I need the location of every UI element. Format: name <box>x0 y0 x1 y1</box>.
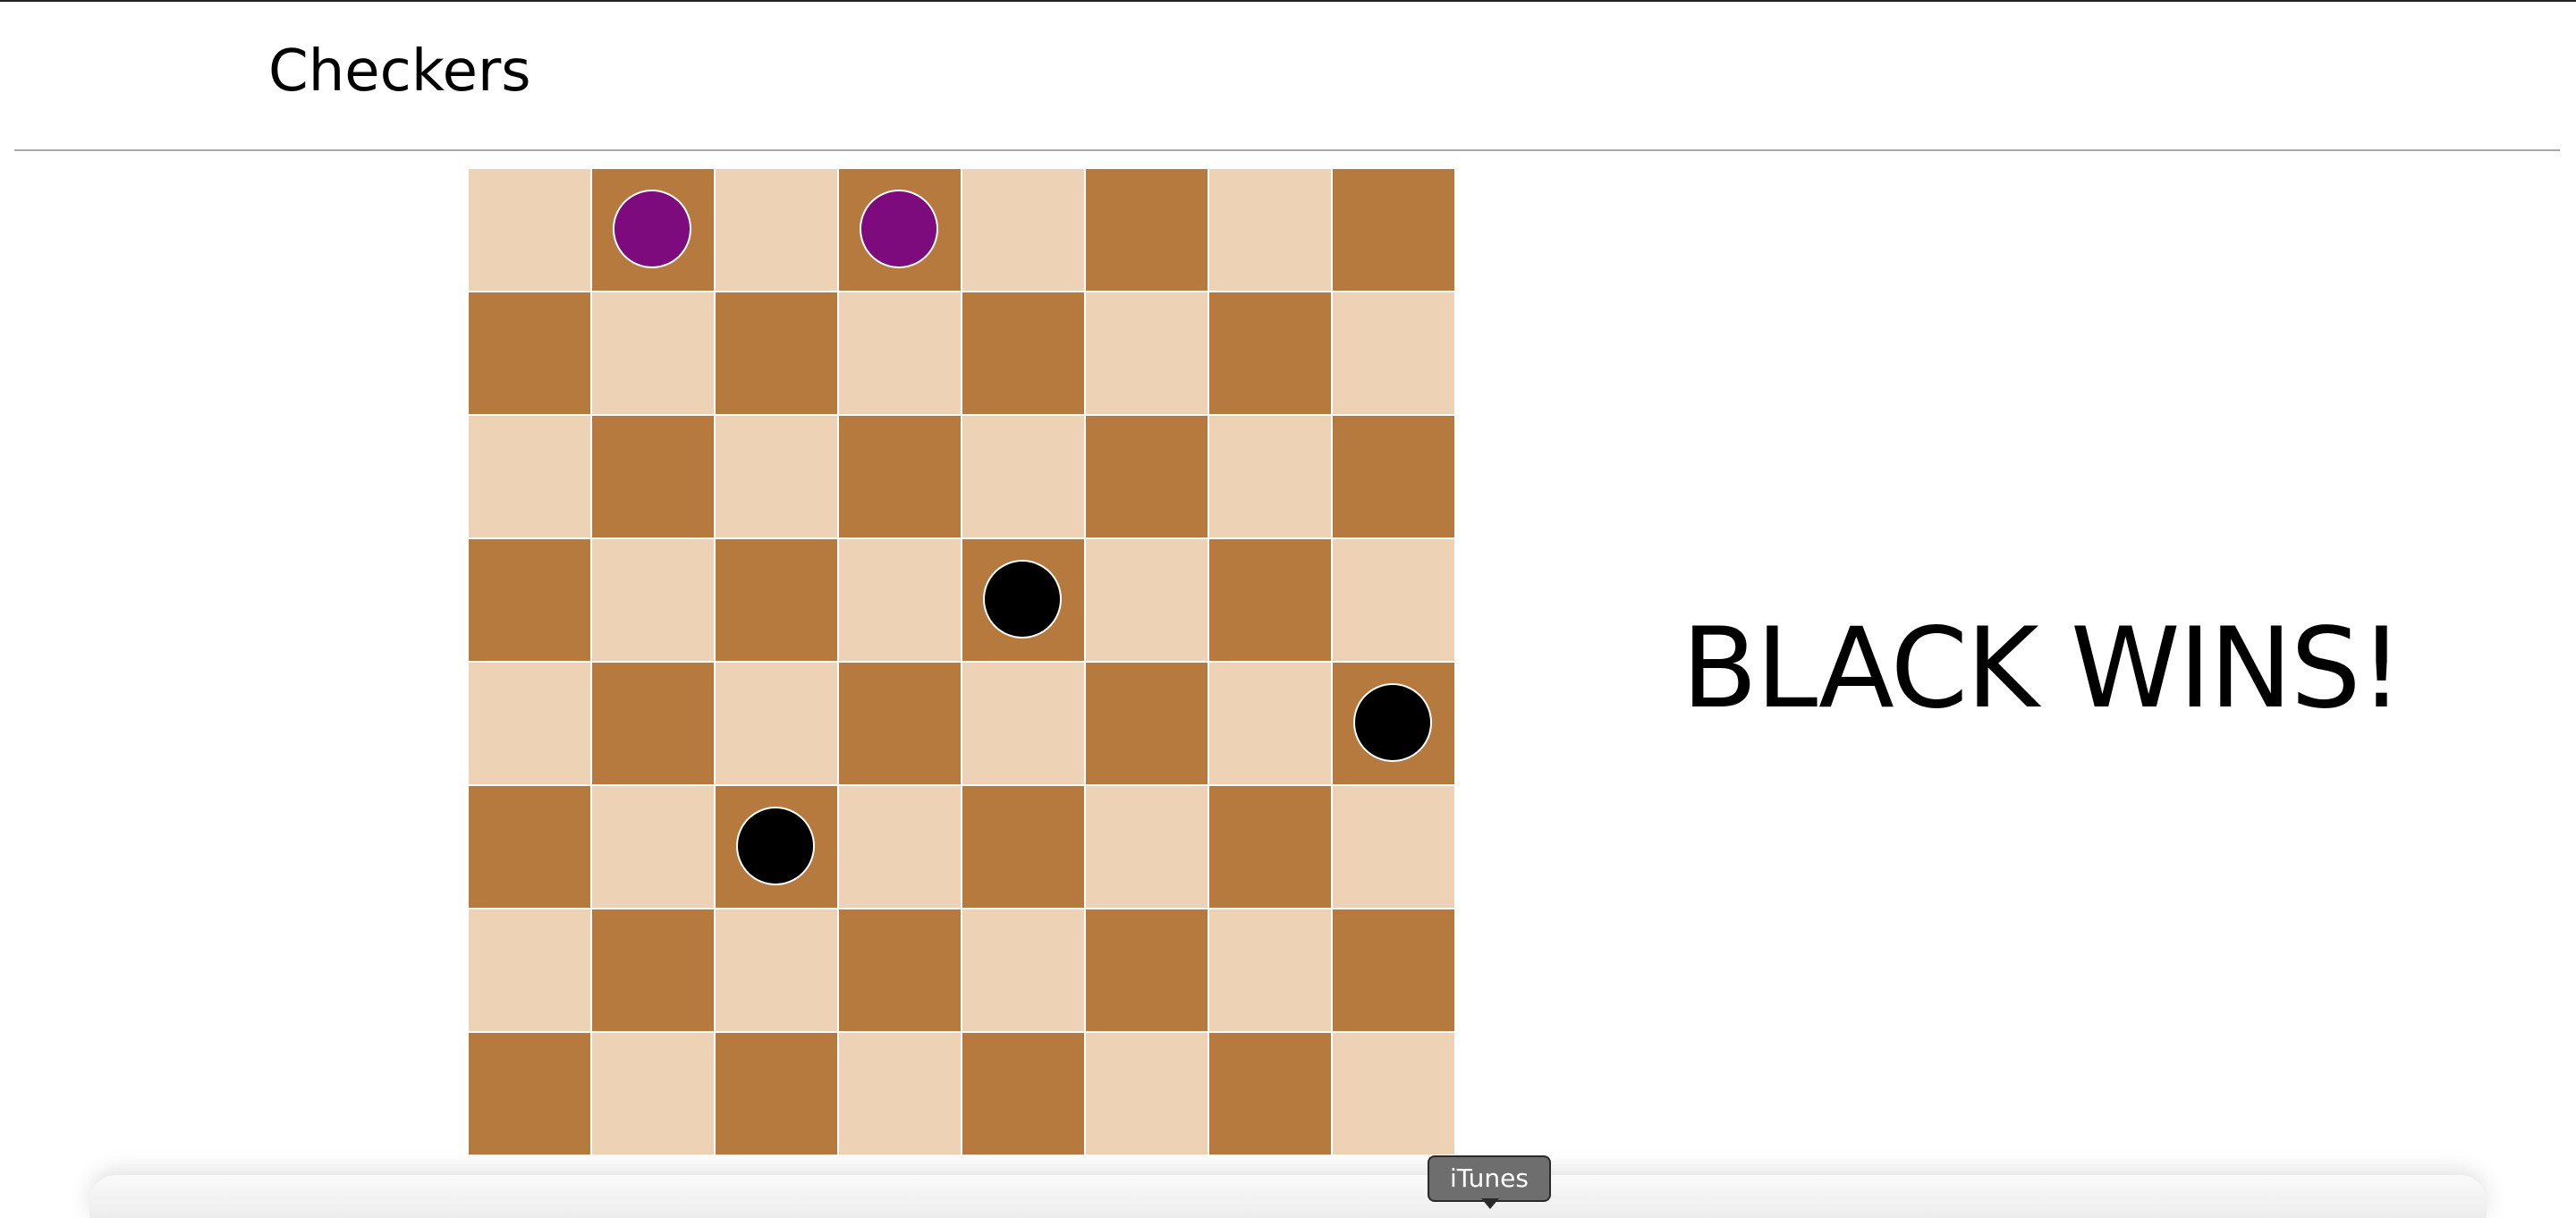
board-square-r5-c3[interactable] <box>839 786 961 908</box>
board-square-r1-c0[interactable] <box>469 292 590 414</box>
dock <box>89 1175 2487 1218</box>
board-square-r0-c2[interactable] <box>716 169 837 291</box>
board-square-r1-c1[interactable] <box>592 292 714 414</box>
header: Checkers <box>0 2 2576 149</box>
board-square-r6-c2[interactable] <box>716 909 837 1031</box>
tooltip-arrow-icon <box>1481 1198 1499 1209</box>
board-square-r2-c3[interactable] <box>839 416 961 537</box>
app-title: Checkers <box>268 38 531 105</box>
board-square-r0-c4[interactable] <box>962 169 1084 291</box>
board-square-r5-c6[interactable] <box>1209 786 1331 908</box>
board-square-r5-c0[interactable] <box>469 786 590 908</box>
board-square-r4-c4[interactable] <box>962 663 1084 784</box>
board-square-r6-c3[interactable] <box>839 909 961 1031</box>
board-square-r4-c2[interactable] <box>716 663 837 784</box>
board-square-r7-c3[interactable] <box>839 1033 961 1155</box>
board-square-r5-c5[interactable] <box>1086 786 1208 908</box>
board-square-r0-c7[interactable] <box>1333 169 1454 291</box>
board-square-r5-c2[interactable] <box>716 786 837 908</box>
board-square-r3-c6[interactable] <box>1209 539 1331 661</box>
purple-checker-piece[interactable] <box>613 190 691 268</box>
board-square-r7-c0[interactable] <box>469 1033 590 1155</box>
board-square-r2-c1[interactable] <box>592 416 714 537</box>
board-square-r3-c2[interactable] <box>716 539 837 661</box>
board-square-r4-c0[interactable] <box>469 663 590 784</box>
board-square-r3-c3[interactable] <box>839 539 961 661</box>
board-square-r0-c3[interactable] <box>839 169 961 291</box>
board-square-r7-c4[interactable] <box>962 1033 1084 1155</box>
board-square-r4-c6[interactable] <box>1209 663 1331 784</box>
board-square-r6-c0[interactable] <box>469 909 590 1031</box>
board-square-r2-c0[interactable] <box>469 416 590 537</box>
board-square-r4-c5[interactable] <box>1086 663 1208 784</box>
board-square-r2-c2[interactable] <box>716 416 837 537</box>
board-square-r6-c5[interactable] <box>1086 909 1208 1031</box>
board-square-r2-c5[interactable] <box>1086 416 1208 537</box>
black-checker-piece[interactable] <box>736 807 815 885</box>
board-square-r2-c7[interactable] <box>1333 416 1454 537</box>
board-square-r2-c4[interactable] <box>962 416 1084 537</box>
board-square-r2-c6[interactable] <box>1209 416 1331 537</box>
board-square-r4-c3[interactable] <box>839 663 961 784</box>
game-result-text: BLACK WINS! <box>1682 605 2403 733</box>
board-square-r7-c1[interactable] <box>592 1033 714 1155</box>
board-square-r7-c2[interactable] <box>716 1033 837 1155</box>
black-checker-piece[interactable] <box>1353 683 1432 762</box>
board-square-r5-c7[interactable] <box>1333 786 1454 908</box>
header-divider <box>14 149 2560 151</box>
board-square-r1-c5[interactable] <box>1086 292 1208 414</box>
board-square-r7-c5[interactable] <box>1086 1033 1208 1155</box>
board-square-r6-c6[interactable] <box>1209 909 1331 1031</box>
board-square-r6-c1[interactable] <box>592 909 714 1031</box>
board-square-r1-c4[interactable] <box>962 292 1084 414</box>
board-square-r5-c4[interactable] <box>962 786 1084 908</box>
board-square-r1-c3[interactable] <box>839 292 961 414</box>
board-square-r0-c6[interactable] <box>1209 169 1331 291</box>
black-checker-piece[interactable] <box>983 560 1062 639</box>
board-square-r0-c1[interactable] <box>592 169 714 291</box>
board-square-r3-c5[interactable] <box>1086 539 1208 661</box>
board-square-r7-c6[interactable] <box>1209 1033 1331 1155</box>
board-square-r7-c7[interactable] <box>1333 1033 1454 1155</box>
board-square-r6-c4[interactable] <box>962 909 1084 1031</box>
page: Checkers BLACK WINS! iTunes <box>0 0 2576 1218</box>
board-square-r3-c0[interactable] <box>469 539 590 661</box>
board-square-r1-c2[interactable] <box>716 292 837 414</box>
board-square-r0-c5[interactable] <box>1086 169 1208 291</box>
dock-tooltip: iTunes <box>1428 1155 1551 1202</box>
board-square-r3-c4[interactable] <box>962 539 1084 661</box>
board-square-r1-c6[interactable] <box>1209 292 1331 414</box>
board-square-r3-c1[interactable] <box>592 539 714 661</box>
purple-checker-piece[interactable] <box>860 190 938 268</box>
checkers-board[interactable] <box>469 169 1456 1156</box>
board-square-r0-c0[interactable] <box>469 169 590 291</box>
board-square-r4-c7[interactable] <box>1333 663 1454 784</box>
board-square-r5-c1[interactable] <box>592 786 714 908</box>
board-square-r1-c7[interactable] <box>1333 292 1454 414</box>
board-square-r6-c7[interactable] <box>1333 909 1454 1031</box>
board-square-r3-c7[interactable] <box>1333 539 1454 661</box>
board-square-r4-c1[interactable] <box>592 663 714 784</box>
